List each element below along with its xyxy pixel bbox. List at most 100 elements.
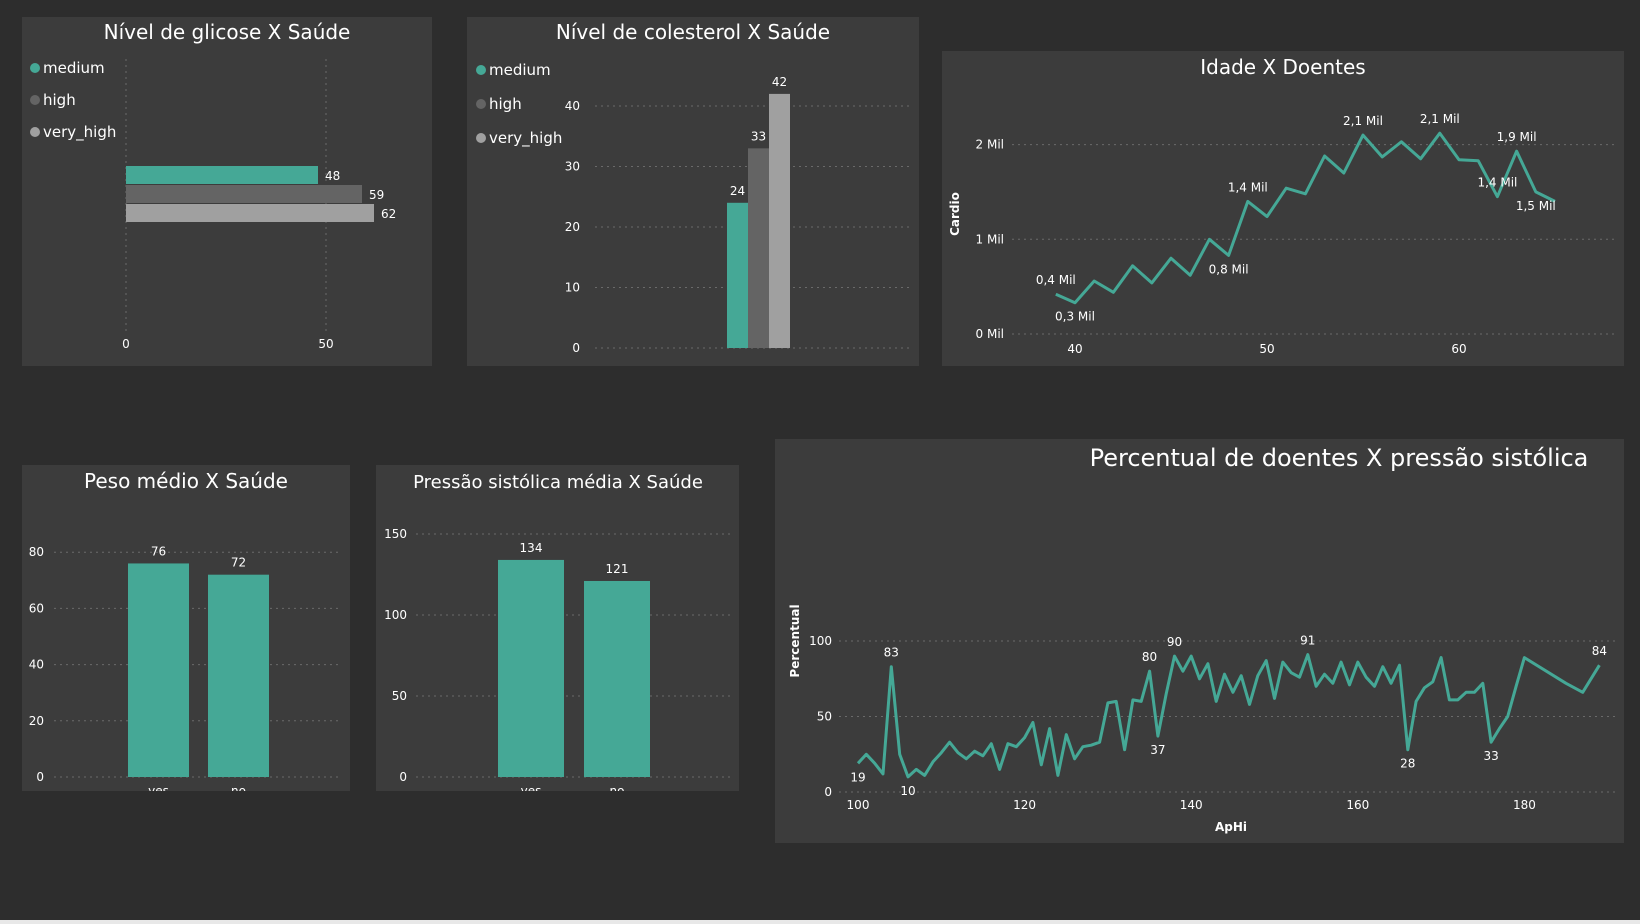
data-label: 48 <box>325 169 340 183</box>
panel-percentual: Percentual de doentes X pressão sistólic… <box>775 439 1624 843</box>
y-tick-label: 50 <box>392 689 407 703</box>
chart-title: Pressão sistólica média X Saúde <box>413 472 703 493</box>
data-label: 24 <box>730 184 745 198</box>
chart-title: Percentual de doentes X pressão sistólic… <box>1090 444 1589 472</box>
data-label: 19 <box>850 770 865 784</box>
bar-yes <box>498 559 564 777</box>
y-tick-label: 50 <box>817 710 832 724</box>
legend-marker <box>476 65 486 75</box>
bar-high <box>126 185 362 203</box>
x-tick-label: 40 <box>1067 342 1082 356</box>
x-tick-label: 180 <box>1513 798 1536 812</box>
y-tick-label: 100 <box>809 634 832 648</box>
data-label: 37 <box>1150 743 1165 757</box>
chart-colesterol[interactable]: Nível de colesterol X Saúde medium high ver… <box>467 17 919 366</box>
data-label: 2,1 Mil <box>1343 114 1383 128</box>
data-label: 1,4 Mil <box>1228 180 1268 194</box>
y-tick-label: 30 <box>565 160 580 174</box>
legend-label: high <box>43 91 76 109</box>
x-tick-label: yes <box>148 784 169 791</box>
data-label: 10 <box>900 784 915 798</box>
data-label: 76 <box>151 544 166 558</box>
data-label: 84 <box>1592 644 1607 658</box>
legend-marker <box>30 95 40 105</box>
chart-idade[interactable]: Idade X Doentes 0 Mil 1 Mil 2 Mil 40 50 60 0,4 … <box>942 51 1624 366</box>
chart-title: Nível de colesterol X Saúde <box>556 20 830 44</box>
x-axis-label: Age <box>1305 364 1331 366</box>
y-tick-label: 0 <box>572 341 580 355</box>
data-label: 0,3 Mil <box>1055 310 1095 324</box>
legend-marker <box>476 99 486 109</box>
chart-title: Peso médio X Saúde <box>84 469 288 493</box>
y-tick-label: 0 Mil <box>976 327 1004 341</box>
bar-very_high <box>769 93 790 349</box>
x-tick-label: 50 <box>1259 342 1274 356</box>
data-label: 2,1 Mil <box>1420 112 1460 126</box>
chart-title: Nível de glicose X Saúde <box>104 20 351 44</box>
y-axis-label: Cardio <box>948 192 962 236</box>
x-tick-label: 140 <box>1180 798 1203 812</box>
y-tick-label: 1 Mil <box>976 232 1004 246</box>
panel-pressao: Pressão sistólica média X Saúde 0 50 100 150… <box>376 465 739 791</box>
legend-label: very_high <box>43 123 116 142</box>
x-axis-label: ApHi <box>1215 820 1247 834</box>
legend-label: medium <box>43 59 105 77</box>
chart-title: Idade X Doentes <box>1200 55 1365 79</box>
y-tick-label: 20 <box>29 714 44 728</box>
legend-label: very_high <box>489 129 562 148</box>
x-tick-label: 60 <box>1451 342 1466 356</box>
data-label: 1,4 Mil <box>1477 176 1517 190</box>
data-label: 59 <box>369 188 384 202</box>
data-label: 72 <box>231 556 246 570</box>
y-tick-label: 0 <box>399 770 407 784</box>
y-tick-label: 80 <box>29 545 44 559</box>
bar-yes <box>128 563 189 777</box>
chart-glicose[interactable]: Nível de glicose X Saúde medium high very_h… <box>22 17 432 366</box>
bar-high <box>748 148 769 348</box>
data-label: 83 <box>884 646 899 660</box>
x-tick-label: 0 <box>122 337 130 351</box>
data-label: 90 <box>1167 635 1182 649</box>
y-tick-label: 10 <box>565 281 580 295</box>
series-line <box>1055 131 1556 305</box>
data-label: 28 <box>1400 757 1415 771</box>
y-tick-label: 0 <box>824 785 832 799</box>
chart-percentual[interactable]: Percentual de doentes X pressão sistólic… <box>775 439 1624 843</box>
legend-label: medium <box>489 61 551 79</box>
x-tick-label: 100 <box>847 798 870 812</box>
panel-glicose: Nível de glicose X Saúde medium high very_h… <box>22 17 432 366</box>
x-tick-label: 50 <box>318 337 333 351</box>
bottom-bar <box>0 920 1640 924</box>
legend-marker <box>30 127 40 137</box>
y-tick-label: 0 <box>36 770 44 784</box>
data-label: 42 <box>772 75 787 89</box>
data-label: 62 <box>381 207 396 221</box>
y-tick-label: 150 <box>384 527 407 541</box>
y-tick-label: 100 <box>384 608 407 622</box>
y-axis-label: Percentual <box>788 604 802 677</box>
panel-peso: Peso médio X Saúde02040608076yes72noCard… <box>22 465 350 791</box>
data-label: 1,9 Mil <box>1497 130 1537 144</box>
legend-marker <box>476 133 486 143</box>
data-label: 80 <box>1142 650 1157 664</box>
data-label: 33 <box>1483 749 1498 763</box>
chart-peso[interactable]: Peso médio X Saúde02040608076yes72noCard… <box>22 465 350 791</box>
chart-pressao[interactable]: Pressão sistólica média X Saúde 0 50 100 150… <box>376 465 739 791</box>
y-tick-label: 60 <box>29 601 44 615</box>
x-tick-label: no <box>231 784 246 791</box>
y-tick-label: 20 <box>565 220 580 234</box>
data-label: 33 <box>751 129 766 143</box>
legend-marker <box>30 63 40 73</box>
data-label: 91 <box>1300 634 1315 648</box>
data-label: 121 <box>606 562 629 576</box>
x-tick-label: 120 <box>1013 798 1036 812</box>
legend-label: high <box>489 95 522 113</box>
data-label: 134 <box>520 541 543 555</box>
data-label: 0,8 Mil <box>1209 262 1249 276</box>
bar-no <box>208 574 269 777</box>
data-label: 0,4 Mil <box>1036 273 1076 287</box>
y-tick-label: 40 <box>565 99 580 113</box>
panel-colesterol: Nível de colesterol X Saúde medium high ver… <box>467 17 919 366</box>
bar-medium <box>126 166 318 184</box>
bar-medium <box>727 202 748 348</box>
